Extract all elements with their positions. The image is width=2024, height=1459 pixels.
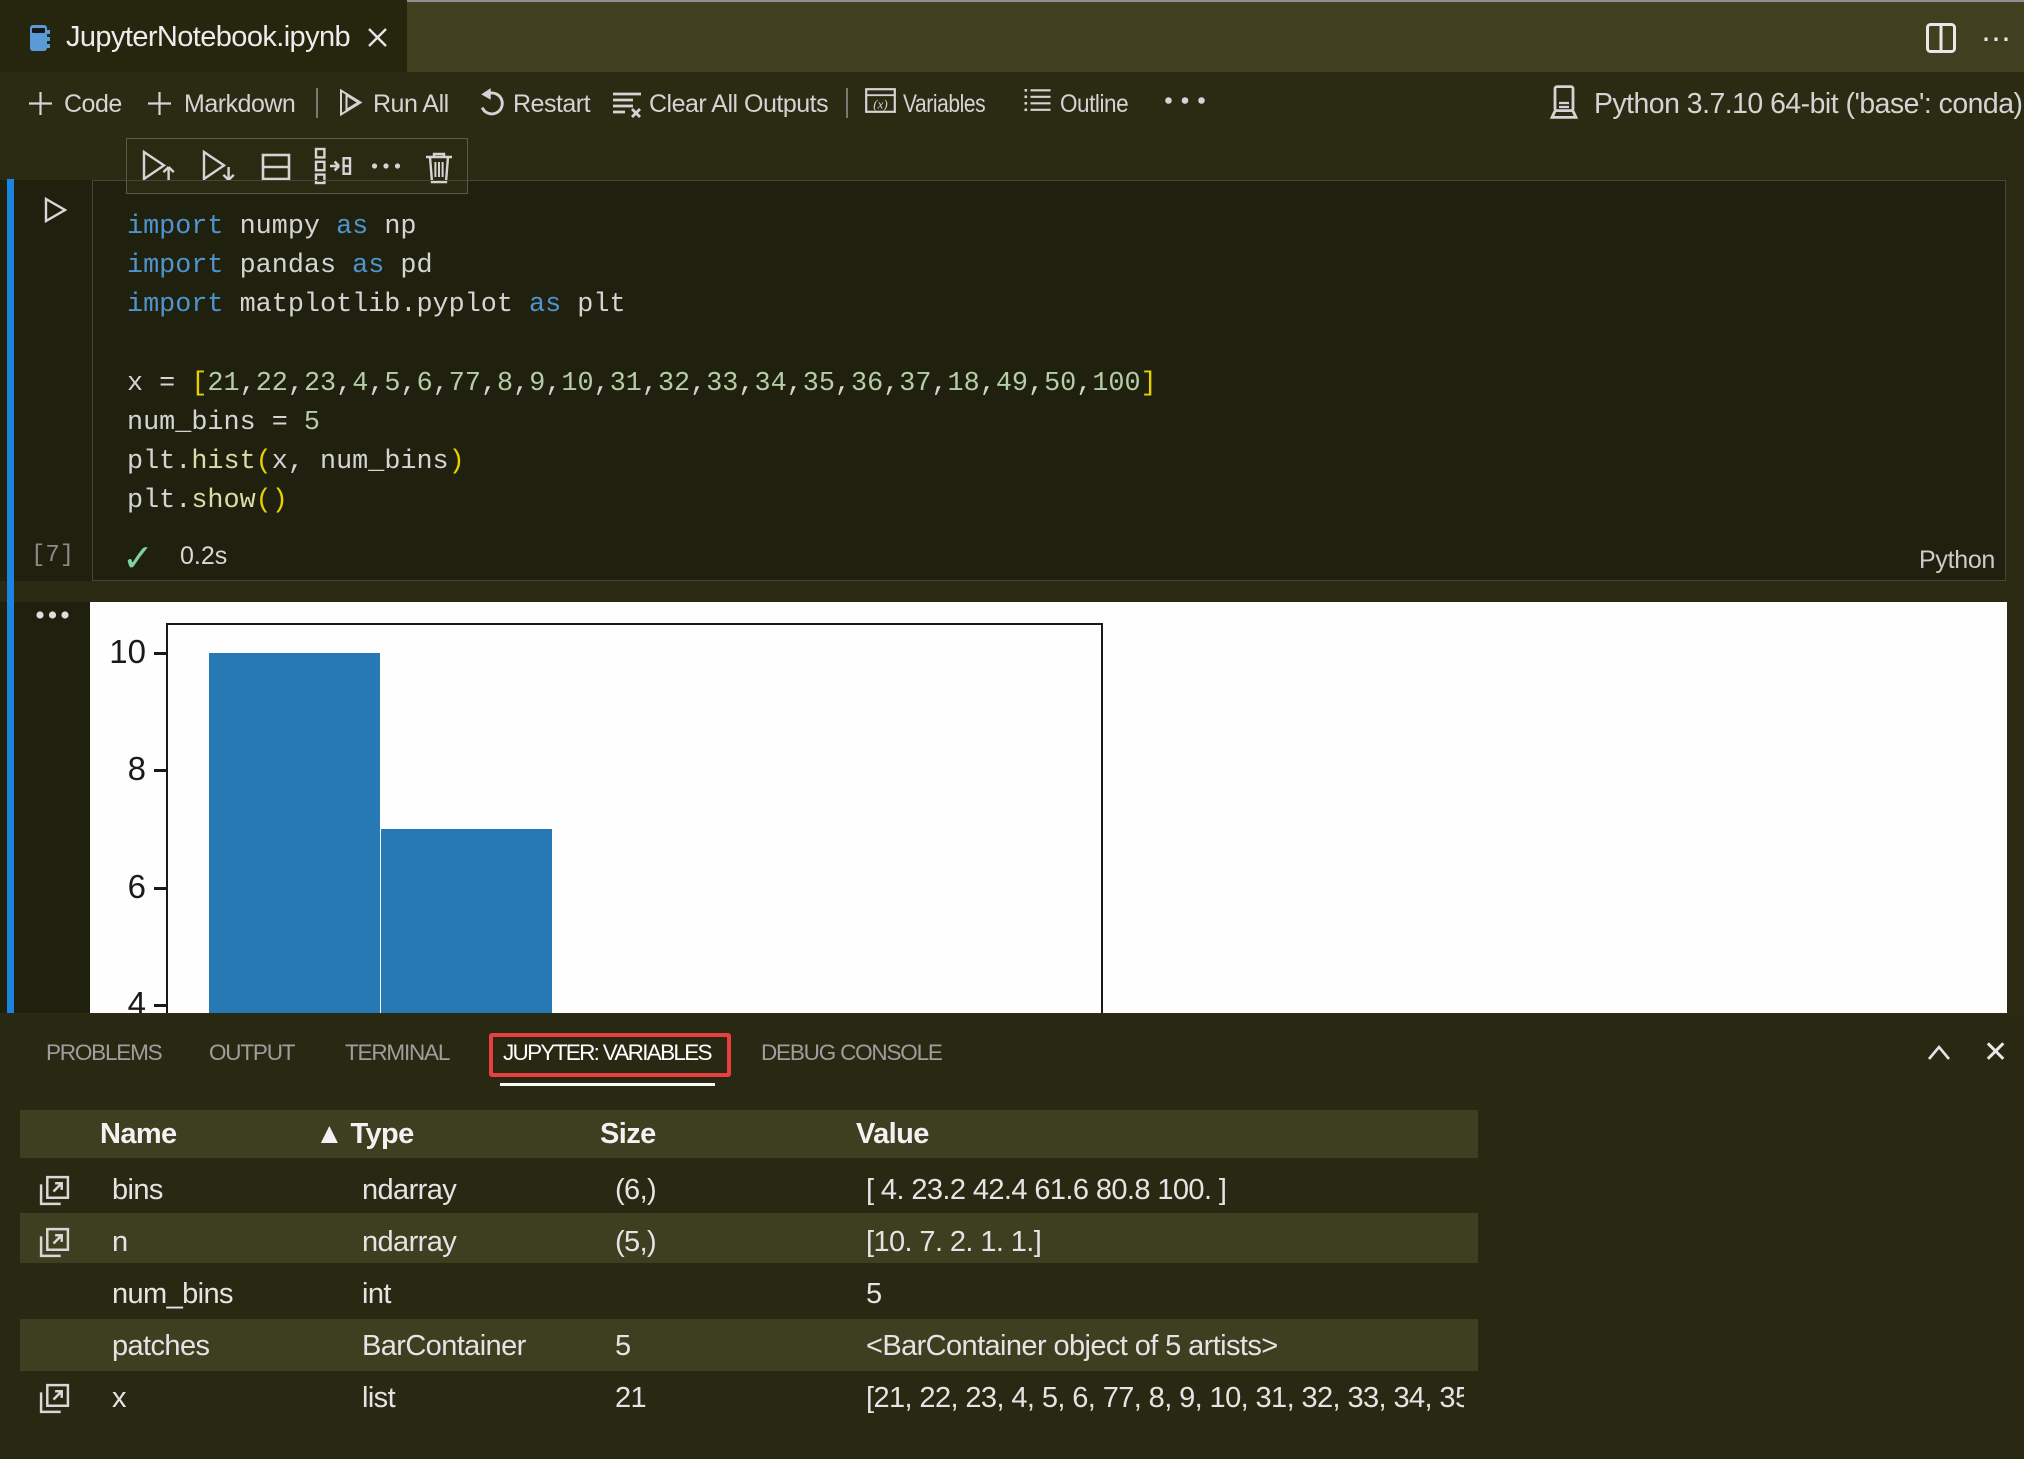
svg-text:(x): (x) [873, 97, 887, 112]
